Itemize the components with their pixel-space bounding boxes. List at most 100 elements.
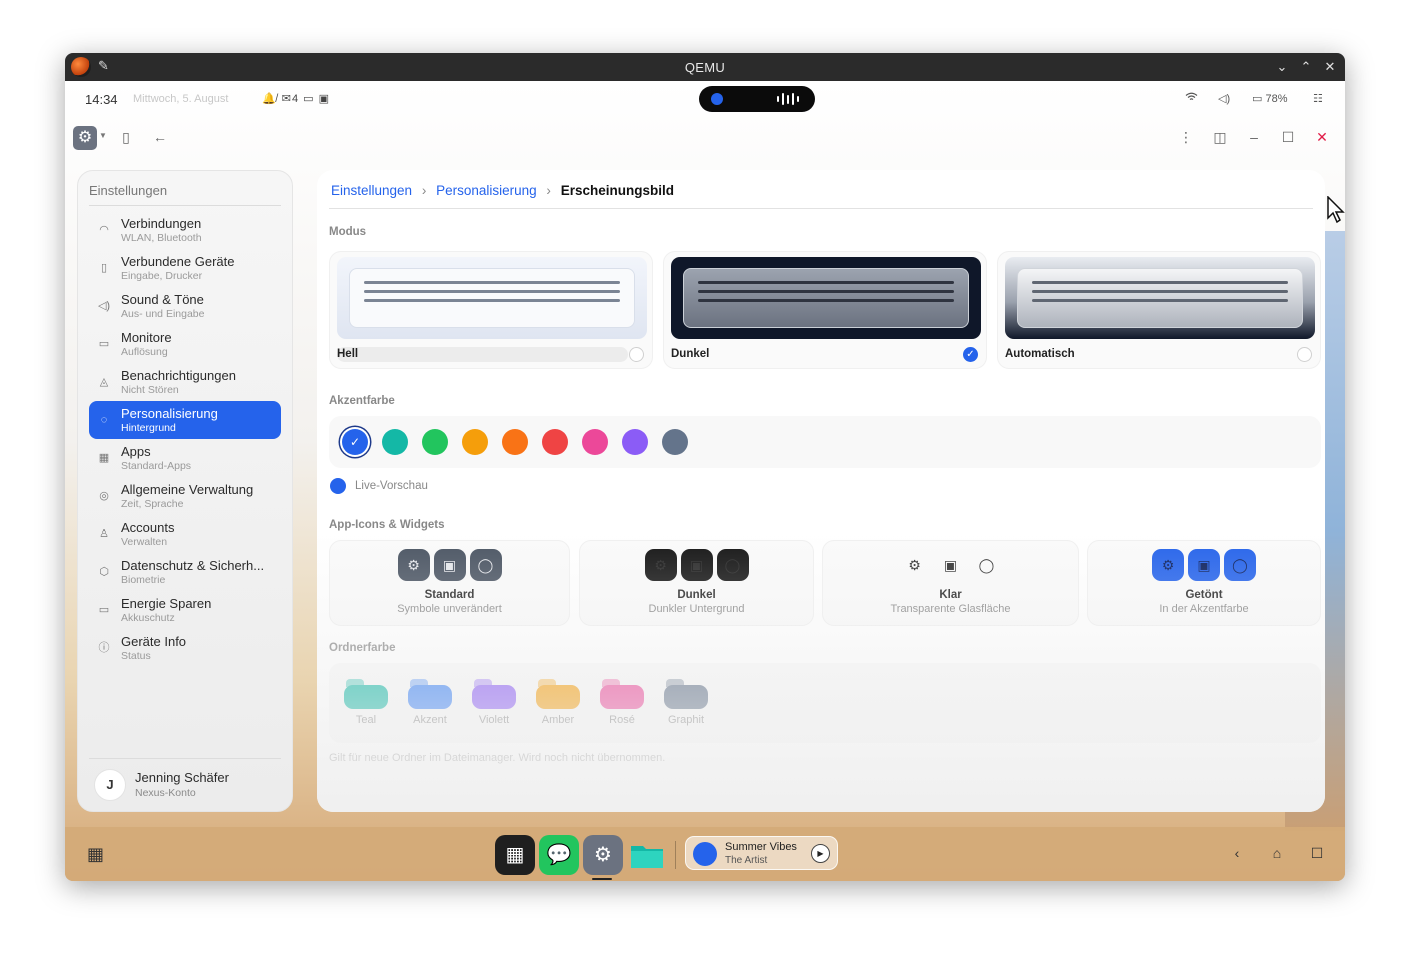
sidebar-item-monitore[interactable]: ▭ Monitore Auflösung	[89, 325, 281, 363]
calculator-app-icon[interactable]: ▦	[495, 835, 535, 875]
sidebar-title: Einstellungen	[89, 183, 168, 198]
app-launcher-icon[interactable]: ▦	[87, 844, 104, 865]
folder-color-option[interactable]: Akzent	[408, 677, 454, 726]
sidebar-item-label: Energie Sparen	[121, 596, 212, 611]
messages-app-icon[interactable]: 💬	[539, 835, 579, 875]
mode-radio-automatisch[interactable]	[1297, 347, 1312, 362]
settings-app-icon[interactable]: ⚙	[583, 835, 623, 875]
accent-swatch[interactable]	[542, 429, 568, 455]
minimize-window-icon[interactable]: ⌄	[1271, 56, 1293, 78]
sidebar-item-label: Personalisierung	[121, 406, 218, 421]
settings-app-icon[interactable]: ⚙	[73, 126, 97, 150]
icon-style-standard[interactable]: ⚙ ▣ ◯ Standard Symbole unverändert	[329, 540, 570, 626]
qemu-window: ✎ QEMU ⌄ ⌃ ✕ 14:34 Mittwoch, 5. August 🔔…	[65, 53, 1345, 881]
folder-icon	[472, 685, 516, 709]
sidebar-item-accounts[interactable]: ♙ Accounts Verwalten	[89, 515, 281, 553]
mode-radio-dunkel-checked[interactable]: ✓	[963, 347, 978, 362]
accent-swatch[interactable]	[622, 429, 648, 455]
icon-style-getoent[interactable]: ⚙ ▣ ◯ Getönt In der Akzentfarbe	[1087, 540, 1321, 626]
mode-option-hell[interactable]: Hell	[329, 251, 653, 369]
sidebar-item-sound-töne[interactable]: ◁) Sound & Töne Aus- und Eingabe	[89, 287, 281, 325]
minimize-icon[interactable]: –	[1245, 129, 1263, 145]
wifi-icon[interactable]	[1185, 92, 1198, 105]
folder-color-label: Rosé	[609, 714, 635, 726]
media-widget[interactable]: Summer Vibes The Artist ▶	[685, 836, 838, 870]
sidebar-item-allgemeine-verwaltung[interactable]: ◎ Allgemeine Verwaltung Zeit, Sprache	[89, 477, 281, 515]
breadcrumb-separator: ›	[421, 183, 427, 198]
quick-settings-icon[interactable]: ☷	[1313, 92, 1323, 105]
window-titlebar[interactable]: ✎ QEMU ⌄ ⌃ ✕	[65, 53, 1345, 81]
gallery-icon: ▣	[680, 549, 713, 581]
sidebar-item-geräte-info[interactable]: ⓘ Geräte Info Status	[89, 629, 281, 667]
sidebar-item-label: Verbundene Geräte	[121, 254, 235, 269]
sidebar-item-personalisierung[interactable]: ◌ Personalisierung Hintergrund	[89, 401, 281, 439]
accent-swatch[interactable]	[422, 429, 448, 455]
breadcrumb-personalisierung[interactable]: Personalisierung	[436, 183, 537, 198]
sidebar-item-label: Monitore	[121, 330, 172, 345]
folder-color-option[interactable]: Rosé	[600, 677, 646, 726]
folder-color-option[interactable]: Graphit	[664, 677, 710, 726]
sidebar-toggle-icon[interactable]: ▯	[117, 129, 135, 146]
dark-mode-preview	[671, 257, 981, 339]
folder-icon	[664, 685, 708, 709]
clock: 14:34	[85, 92, 118, 107]
accent-swatch[interactable]	[382, 429, 408, 455]
maximize-window-icon[interactable]: ⌃	[1295, 56, 1317, 78]
sidebar-item-label: Verbindungen	[121, 216, 202, 231]
icon-style-sub: Transparente Glasfläche	[890, 603, 1011, 615]
breadcrumb-einstellungen[interactable]: Einstellungen	[331, 183, 412, 198]
accent-swatch[interactable]	[662, 429, 688, 455]
back-arrow-icon[interactable]: ←	[151, 129, 169, 145]
sidebar-item-subtitle: Eingabe, Drucker	[121, 270, 203, 282]
dynamic-island[interactable]	[699, 86, 815, 112]
sidebar-item-subtitle: WLAN, Bluetooth	[121, 232, 202, 244]
mode-label: Hell	[337, 348, 359, 360]
folder-color-heading: Ordnerfarbe	[329, 642, 396, 654]
battery-status[interactable]: ▭ 78%	[1252, 92, 1287, 105]
accent-swatch[interactable]: ✓	[342, 429, 368, 455]
icon-style-dunkel[interactable]: ⚙ ▣ ◯ Dunkel Dunkler Untergrund	[579, 540, 814, 626]
gallery-icon: ▣	[1188, 549, 1220, 581]
bell-icon: ◬	[99, 376, 109, 388]
mode-radio-hell[interactable]	[629, 347, 644, 362]
maximize-icon[interactable]: ☐	[1279, 129, 1297, 146]
folder-color-option[interactable]: Violett	[472, 677, 518, 726]
chat-icon: ◯	[469, 549, 502, 581]
accent-swatch[interactable]	[502, 429, 528, 455]
play-icon[interactable]: ▶	[811, 844, 830, 863]
folder-color-option[interactable]: Amber	[536, 677, 582, 726]
mode-option-automatisch[interactable]: Automatisch	[997, 251, 1321, 369]
close-icon[interactable]: ✕	[1313, 129, 1331, 146]
more-options-icon[interactable]: ⋮	[1177, 129, 1195, 146]
sidebar-item-energie-sparen[interactable]: ▭ Energie Sparen Akkuschutz	[89, 591, 281, 629]
wifi-icon: ◠	[99, 224, 109, 236]
accent-swatch[interactable]	[582, 429, 608, 455]
split-view-icon[interactable]: ◫	[1211, 129, 1229, 146]
light-mode-preview	[337, 257, 647, 339]
sidebar-item-verbundene-geräte[interactable]: ▯ Verbundene Geräte Eingabe, Drucker	[89, 249, 281, 287]
volume-icon[interactable]: ◁)	[1218, 92, 1230, 105]
sidebar-item-verbindungen[interactable]: ◠ Verbindungen WLAN, Bluetooth	[89, 211, 281, 249]
nav-back-icon[interactable]: ‹	[1229, 845, 1245, 861]
sidebar-item-datenschutz-sicherh[interactable]: ⬡ Datenschutz & Sicherh... Biometrie	[89, 553, 281, 591]
sidebar-item-apps[interactable]: ▦ Apps Standard-Apps	[89, 439, 281, 477]
chevron-down-icon[interactable]: ▼	[99, 131, 107, 140]
icon-style-klar[interactable]: ⚙ ▣ ◯ Klar Transparente Glasfläche	[822, 540, 1079, 626]
user-name[interactable]: Jenning Schäfer	[135, 770, 229, 785]
mouse-cursor-icon	[1327, 196, 1345, 224]
folder-color-option[interactable]: Teal	[344, 677, 390, 726]
accent-swatch[interactable]	[462, 429, 488, 455]
device-icon: ▯	[100, 262, 108, 274]
settings-icon: ⚙	[908, 557, 921, 573]
auto-mode-preview	[1005, 257, 1315, 339]
nav-recents-icon[interactable]: ☐	[1309, 845, 1325, 862]
folder-color-picker: Teal Akzent Violett Amber Rosé Graphit	[329, 663, 1321, 743]
mode-label: Dunkel	[671, 348, 710, 360]
gallery-icon: ▣	[433, 549, 466, 581]
sidebar-item-benachrichtigungen[interactable]: ◬ Benachrichtigungen Nicht Stören	[89, 363, 281, 401]
close-window-icon[interactable]: ✕	[1319, 56, 1341, 78]
avatar[interactable]: J	[94, 769, 126, 801]
files-app-icon[interactable]	[627, 835, 667, 875]
mode-option-dunkel[interactable]: Dunkel ✓	[663, 251, 987, 369]
nav-home-icon[interactable]: ⌂	[1269, 845, 1285, 861]
